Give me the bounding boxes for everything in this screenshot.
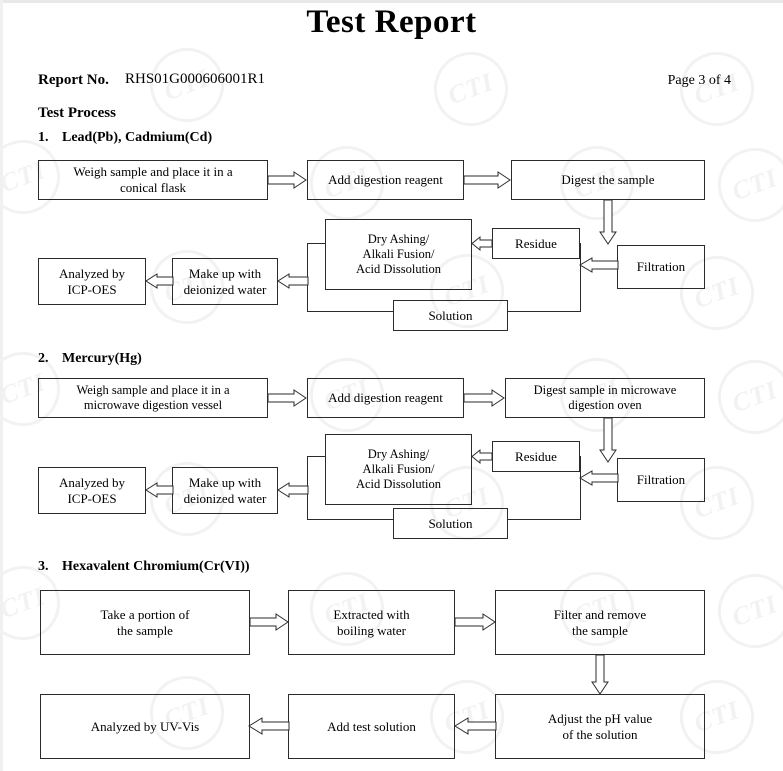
- arrow-right-icon: [249, 613, 289, 631]
- flow-box-analyzed-uvvis: Analyzed by UV-Vis: [40, 694, 250, 759]
- flow-box-make-up: Make up with deionized water: [172, 467, 278, 514]
- flow-box-solution: Solution: [393, 508, 508, 539]
- cti-watermark-icon: CTI: [669, 41, 765, 137]
- arrow-right-icon: [267, 171, 307, 189]
- flow-box-analyzed-icp: Analyzed by ICP-OES: [38, 258, 146, 305]
- arrow-down-icon: [599, 417, 617, 463]
- connector-line: [307, 456, 326, 457]
- connector-line: [307, 243, 326, 244]
- cti-watermark-icon: CTI: [707, 137, 783, 233]
- arrow-left-icon: [248, 717, 290, 735]
- connector-line: [307, 519, 394, 520]
- flow-box-solution: Solution: [393, 300, 508, 331]
- arrow-left-icon: [145, 273, 174, 289]
- arrow-right-icon: [267, 389, 307, 407]
- flow-box-filtration: Filtration: [617, 458, 705, 502]
- arrow-left-icon: [471, 235, 493, 252]
- arrow-right-icon: [454, 613, 496, 631]
- arrow-left-icon: [471, 448, 493, 465]
- arrow-right-icon: [463, 171, 511, 189]
- section-3-heading: Hexavalent Chromium(Cr(VI)): [62, 559, 250, 574]
- arrow-left-icon: [579, 257, 619, 273]
- connector-line: [580, 243, 581, 244]
- cti-watermark-icon: CTI: [707, 349, 783, 445]
- report-no-value: RHS01G000606001R1: [125, 71, 266, 87]
- connector-line: [580, 243, 581, 311]
- flow-box-take-portion: Take a portion of the sample: [40, 590, 250, 655]
- flow-box-weigh-sample: Weigh sample and place it in a conical f…: [38, 160, 268, 200]
- scan-edge-left: [0, 0, 3, 771]
- page-indicator: Page 3 of 4: [667, 73, 731, 88]
- flow-box-digest-sample: Digest the sample: [511, 160, 705, 200]
- arrow-left-icon: [277, 482, 309, 498]
- flow-box-weigh-sample-microwave: Weigh sample and place it in a microwave…: [38, 378, 268, 418]
- flow-box-add-reagent: Add digestion reagent: [307, 160, 464, 200]
- flow-box-dry-ashing: Dry Ashing/ Alkali Fusion/ Acid Dissolut…: [325, 219, 472, 290]
- flow-box-digest-microwave-oven: Digest sample in microwave digestion ove…: [505, 378, 705, 418]
- flow-box-analyzed-icp: Analyzed by ICP-OES: [38, 467, 146, 514]
- test-report-page: CTI CTI CTI CTI CTI CTI CTI CTI CTI CTI …: [0, 0, 783, 771]
- connector-line: [508, 519, 581, 520]
- section-2-number: 2.: [38, 351, 49, 366]
- arrow-left-icon: [454, 717, 497, 735]
- arrow-left-icon: [277, 273, 309, 289]
- flow-box-filtration: Filtration: [617, 245, 705, 289]
- cti-watermark-text: CTI: [728, 374, 782, 419]
- connector-line: [307, 311, 394, 312]
- flow-box-dry-ashing: Dry Ashing/ Alkali Fusion/ Acid Dissolut…: [325, 434, 472, 505]
- arrow-left-icon: [145, 482, 174, 498]
- cti-watermark-text: CTI: [728, 588, 782, 633]
- section-2-heading: Mercury(Hg): [62, 351, 142, 366]
- flow-box-add-reagent: Add digestion reagent: [307, 378, 464, 418]
- section-1-number: 1.: [38, 130, 49, 145]
- cti-watermark-text: CTI: [444, 66, 498, 111]
- section-1-heading: Lead(Pb), Cadmium(Cd): [62, 130, 213, 145]
- page-title: Test Report: [306, 4, 477, 40]
- section-3-number: 3.: [38, 559, 49, 574]
- flow-box-adjust-ph: Adjust the pH value of the solution: [495, 694, 705, 759]
- connector-line: [580, 456, 581, 519]
- flow-box-add-test: Add test solution: [288, 694, 455, 759]
- arrow-right-icon: [463, 389, 505, 407]
- scan-edge-top: [0, 0, 783, 3]
- cti-watermark-icon: CTI: [423, 41, 519, 137]
- flow-box-filter-remove: Filter and remove the sample: [495, 590, 705, 655]
- test-process-heading: Test Process: [38, 105, 116, 121]
- arrow-left-icon: [579, 470, 619, 486]
- report-no-label: Report No.: [38, 72, 109, 88]
- flow-box-make-up: Make up with deionized water: [172, 258, 278, 305]
- cti-watermark-icon: CTI: [707, 563, 783, 659]
- arrow-down-icon: [591, 654, 609, 695]
- flow-box-extracted: Extracted with boiling water: [288, 590, 455, 655]
- arrow-down-icon: [599, 199, 617, 245]
- flow-box-residue: Residue: [492, 228, 580, 259]
- connector-line: [508, 311, 581, 312]
- cti-watermark-text: CTI: [728, 162, 782, 207]
- flow-box-residue: Residue: [492, 441, 580, 472]
